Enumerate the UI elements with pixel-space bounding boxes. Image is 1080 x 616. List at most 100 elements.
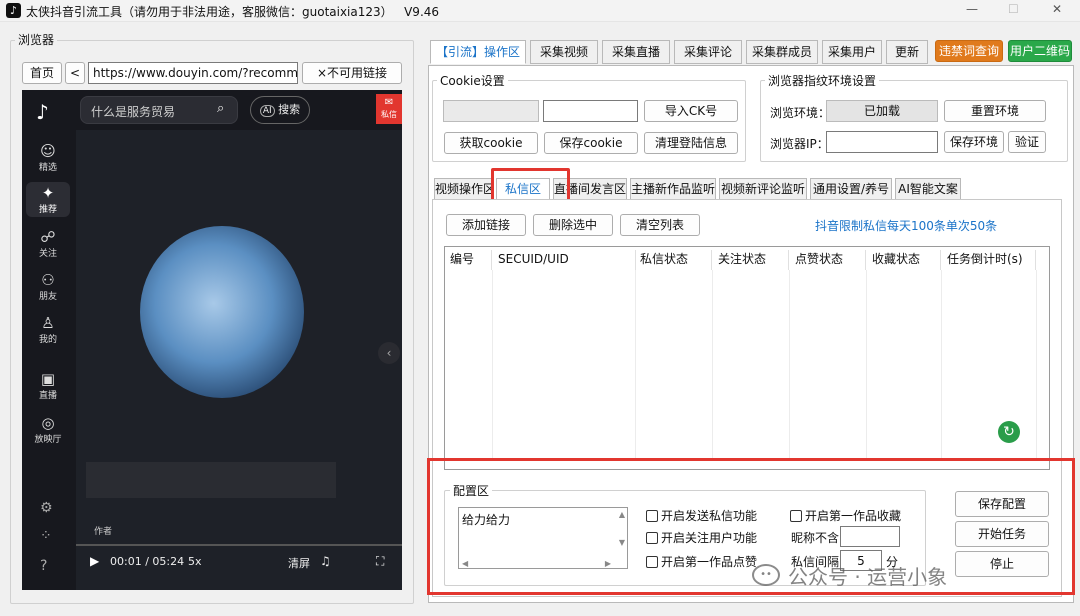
enable-message-checkbox[interactable]: 开启发送私信功能 (646, 507, 757, 524)
enable-favorite-checkbox[interactable]: 开启第一作品收藏 (790, 507, 901, 524)
clear-list-button[interactable]: 清空列表 (620, 214, 700, 236)
search-input[interactable]: 什么是服务贸易 (91, 103, 175, 120)
scroll-up-icon[interactable]: ▲ (619, 510, 625, 519)
ai-badge: AI (259, 105, 275, 117)
checkbox-icon (646, 555, 658, 568)
enable-favorite-label: 开启第一作品收藏 (805, 509, 902, 523)
settings-icon[interactable]: ⚙ (40, 500, 53, 516)
nav-me[interactable]: ♙ 我的 (26, 314, 70, 345)
forbidden-words-button[interactable]: 违禁词查询 (935, 40, 1003, 62)
more-icon[interactable]: ⁘ (40, 528, 52, 544)
browser-ip-label: 浏览器IP： (770, 137, 829, 151)
get-cookie-button[interactable]: 获取cookie (444, 132, 538, 154)
enable-like-checkbox[interactable]: 开启第一作品点赞 (646, 553, 757, 570)
user-qrcode-button[interactable]: 用户二维码 (1008, 40, 1072, 62)
maximize-button[interactable]: ☐ (1008, 2, 1019, 16)
scroll-left-icon[interactable]: ◀ (462, 559, 468, 568)
follow-icon: ☍ (40, 228, 56, 246)
nav-friends[interactable]: ⚇ 朋友 (26, 271, 70, 302)
cookie-field-2[interactable] (543, 100, 638, 122)
nav-live[interactable]: ▣ 直播 (26, 370, 70, 401)
col-header-message[interactable]: 私信状态 (634, 250, 712, 270)
tab-collect-live[interactable]: 采集直播 (602, 40, 670, 64)
import-ck-button[interactable]: 导入CK号 (644, 100, 738, 122)
tab-collect-group[interactable]: 采集群成员 (746, 40, 818, 64)
collapse-button[interactable]: ‹ (378, 342, 400, 364)
tab-collect-video[interactable]: 采集视频 (530, 40, 598, 64)
speed-button[interactable]: 5x (188, 555, 202, 568)
unavailable-link-button[interactable]: ×不可用链接 (302, 62, 402, 84)
cookie-group-label: Cookie设置 (437, 72, 508, 89)
back-button[interactable]: < (65, 62, 85, 84)
tab-collect-user[interactable]: 采集用户 (822, 40, 882, 64)
col-divider (941, 270, 942, 458)
subtab-video-ops[interactable]: 视频操作区 (434, 178, 492, 200)
progress-bar[interactable] (76, 544, 402, 546)
cinema-icon: ◎ (41, 414, 55, 432)
col-header-like[interactable]: 点赞状态 (789, 250, 866, 270)
nav-follow[interactable]: ☍ 关注 (26, 228, 70, 259)
search-box[interactable]: 什么是服务贸易 ⌕ (80, 96, 238, 124)
recommend-icon: ✦ (41, 184, 55, 202)
me-icon: ♙ (41, 314, 55, 332)
col-header-favorite[interactable]: 收藏状态 (866, 250, 941, 270)
search-icon[interactable]: ⌕ (217, 101, 224, 116)
url-field[interactable]: https://www.douyin.com/?recommend (88, 62, 298, 84)
subtab-anchor-monitor[interactable]: 主播新作品监听 (630, 178, 716, 200)
save-cookie-button[interactable]: 保存cookie (544, 132, 638, 154)
message-textarea[interactable]: 给力给力 ▲ ▼ ◀ ▶ (458, 507, 628, 569)
browser-ip-input[interactable] (826, 131, 938, 153)
video-thumbnail (140, 226, 304, 398)
col-divider (712, 270, 713, 458)
cookie-field-1[interactable] (443, 100, 539, 122)
add-link-button[interactable]: 添加链接 (446, 214, 526, 236)
col-header-secuid[interactable]: SECUID/UID (492, 250, 636, 270)
col-header-follow[interactable]: 关注状态 (712, 250, 789, 270)
refresh-icon[interactable]: ↻ (998, 421, 1020, 443)
col-divider (866, 270, 867, 458)
subtab-comment-monitor[interactable]: 视频新评论监听 (719, 178, 807, 200)
verify-button[interactable]: 验证 (1008, 131, 1046, 153)
delete-selected-button[interactable]: 删除选中 (533, 214, 613, 236)
col-header-countdown[interactable]: 任务倒计时(s) (941, 250, 1036, 270)
clear-screen-button[interactable]: 清屏 (288, 555, 310, 571)
app-logo-icon: ♪ (6, 3, 21, 18)
nickname-exclude-input[interactable] (840, 526, 900, 547)
subtab-ai-copy[interactable]: AI智能文案 (895, 178, 961, 200)
col-divider (492, 270, 493, 458)
nav-cinema[interactable]: ◎ 放映厅 (26, 414, 70, 445)
env-label: 浏览环境： (770, 106, 831, 120)
watermark: •• 公众号 · 运营小象 (752, 560, 947, 590)
tab-operation[interactable]: 【引流】操作区 (430, 40, 526, 64)
stop-button[interactable]: 停止 (955, 551, 1049, 577)
volume-icon[interactable]: ♫ (320, 554, 331, 568)
ai-search-button[interactable]: AI 搜索 (250, 96, 310, 124)
close-button[interactable]: ✕ (1052, 2, 1062, 16)
play-icon[interactable]: ▶ (90, 554, 99, 568)
video-player[interactable]: ▶ 00:01 / 05:24 5x 清屏 ♫ ⛶ 作者 (76, 130, 402, 590)
clear-login-button[interactable]: 清理登陆信息 (644, 132, 738, 154)
enable-follow-checkbox[interactable]: 开启关注用户功能 (646, 529, 757, 546)
subtab-general-settings[interactable]: 通用设置/养号 (810, 178, 892, 200)
help-icon[interactable]: ? (40, 558, 47, 574)
private-message-button[interactable]: ✉ 私信 (376, 94, 402, 124)
reset-env-button[interactable]: 重置环境 (944, 100, 1046, 122)
scroll-right-icon[interactable]: ▶ (605, 559, 611, 568)
enable-like-label: 开启第一作品点赞 (661, 555, 758, 569)
task-table[interactable] (444, 246, 1050, 470)
save-config-button[interactable]: 保存配置 (955, 491, 1049, 517)
col-header-id[interactable]: 编号 (444, 250, 492, 270)
save-env-button[interactable]: 保存环境 (944, 131, 1004, 153)
fullscreen-icon[interactable]: ⛶ (376, 554, 384, 569)
minimize-button[interactable]: — (966, 2, 978, 16)
col-divider (635, 270, 636, 458)
friends-icon: ⚇ (41, 271, 55, 289)
tab-update[interactable]: 更新 (886, 40, 928, 64)
nav-recommend[interactable]: ✦ 推荐 (26, 182, 70, 217)
start-task-button[interactable]: 开始任务 (955, 521, 1049, 547)
nav-featured[interactable]: ☺ 精选 (26, 142, 70, 173)
home-button[interactable]: 首页 (22, 62, 62, 84)
tab-collect-comment[interactable]: 采集评论 (674, 40, 742, 64)
env-status: 已加载 (826, 100, 938, 122)
scroll-down-icon[interactable]: ▼ (619, 538, 625, 547)
